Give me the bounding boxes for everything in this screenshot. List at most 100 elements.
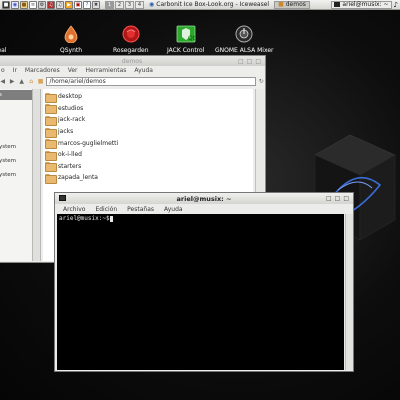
desktop-icon-label: GNOME ALSA Mixer — [215, 47, 274, 54]
terminal-screen[interactable]: ariel@musix:~$ — [57, 214, 344, 370]
places-sidebar: s ystem ystem ystem — [0, 89, 33, 261]
terminal-menubar: Archivo Edición Pestañas Ayuda — [55, 204, 353, 214]
menu-item-help[interactable]: Ayuda — [134, 67, 153, 74]
audio-launcher-icon[interactable]: ♫ — [47, 0, 55, 9]
list-item[interactable]: jacks — [43, 126, 253, 138]
desktop-icon-rosegarden[interactable]: Rosegarden — [113, 24, 149, 54]
menu-item-file[interactable]: Archivo — [63, 206, 85, 213]
task-iceweasel[interactable]: ◉ Carbonit Ice Box-Look.org - Iceweasel — [145, 1, 273, 9]
location-text: /home/ariel/demos — [49, 77, 106, 85]
close-icon[interactable]: □ — [255, 58, 261, 65]
maximize-icon[interactable]: □ — [247, 58, 253, 65]
tray-terminal-label: ariel@musix: ~ — [342, 1, 389, 8]
file-name: jacks — [58, 128, 74, 136]
home-icon[interactable]: ⌂ — [27, 77, 34, 85]
calendar-launcher-icon[interactable]: ▣ — [74, 0, 82, 9]
location-bar[interactable]: /home/ariel/demos — [46, 76, 256, 86]
file-name: marcos-guglielmetti — [58, 139, 119, 147]
svg-text:Qt: Qt — [188, 35, 196, 42]
minimize-icon[interactable]: □ — [326, 195, 332, 202]
folder-icon — [45, 162, 57, 173]
globe-icon: ◉ — [149, 1, 155, 8]
files-launcher-icon[interactable]: ■ — [20, 0, 28, 9]
workspace-4-button[interactable]: 4 — [135, 0, 144, 9]
mixer-launcher-icon[interactable]: ♫ — [56, 0, 64, 9]
desktop-icon-qsynth[interactable]: QSynth — [60, 24, 82, 54]
menu-item-bookmarks[interactable]: Marcadores — [25, 67, 60, 74]
list-item[interactable]: ok-i-lled — [43, 149, 253, 161]
sidebar-item[interactable] — [0, 126, 32, 140]
sidebar-item[interactable]: ystem — [0, 140, 32, 154]
menu-item-file[interactable]: o — [1, 67, 5, 74]
list-item[interactable]: zapada_lenta — [43, 172, 253, 184]
sidebar-item[interactable]: ystem — [0, 168, 32, 182]
file-manager-toolbar: ◀ ▶ ▲ ⌂ ■ /home/ariel/demos ↻ — [0, 75, 265, 87]
desktop-icon-label: JACK Control — [167, 47, 205, 54]
forward-icon[interactable]: ▶ — [8, 77, 15, 85]
up-icon[interactable]: ▲ — [18, 77, 25, 85]
trash-launcher-icon[interactable]: ✖ — [92, 0, 100, 9]
task-label: demos — [285, 1, 306, 8]
editor-launcher-icon[interactable]: ≡ — [29, 0, 37, 9]
media-launcher-icon[interactable]: ▶ — [65, 0, 73, 9]
desktop-icon-eal[interactable]: eal — [0, 24, 12, 54]
list-item[interactable]: marcos-guglielmetti — [43, 137, 253, 150]
tray: ariel@musix: ~ ♪ — [331, 0, 400, 9]
file-name: jack-rack — [58, 116, 86, 124]
list-item[interactable]: desktop — [43, 91, 253, 103]
app-icon — [0, 24, 12, 44]
terminal-launcher-icon[interactable]: ■ — [2, 0, 10, 9]
qsynth-icon — [61, 24, 81, 44]
menu-item-tools[interactable]: Herramientas — [86, 67, 127, 74]
desktop-icon-mixer[interactable]: GNOME ALSA Mixer — [215, 24, 273, 54]
file-name: desktop — [58, 93, 82, 101]
jack-icon: Qt — [176, 24, 196, 44]
terminal-titlebar[interactable]: ariel@musix: ~ □ □ □ — [55, 193, 353, 204]
menu-item-go[interactable]: Ir — [13, 67, 17, 74]
close-icon[interactable]: □ — [343, 195, 349, 202]
tray-terminal-task[interactable]: ariel@musix: ~ — [331, 0, 392, 9]
menu-item-edit[interactable]: Edición — [95, 206, 117, 213]
list-item[interactable]: estudios — [43, 103, 253, 115]
folder-icon — [45, 139, 57, 150]
top-panel: ■ ◉ ■ ≡ ⚙ ♫ ♫ ▶ ▣ ? ✖ 1 2 3 4 ◉ Carbonit… — [0, 0, 400, 10]
folder-icon — [45, 127, 57, 138]
volume-icon[interactable]: ♪ — [394, 1, 398, 9]
list-item[interactable]: jack-rack — [43, 114, 253, 126]
terminal-icon — [334, 2, 341, 7]
minimize-icon[interactable]: □ — [238, 58, 244, 65]
folder-icon[interactable]: ■ — [37, 77, 44, 85]
back-icon[interactable]: ◀ — [0, 77, 6, 85]
terminal-icon — [59, 195, 66, 201]
folder-icon — [45, 173, 57, 184]
sidebar-item[interactable]: ystem — [0, 154, 32, 168]
maximize-icon[interactable]: □ — [335, 195, 341, 202]
text-cursor — [109, 215, 113, 222]
sidebar-item-selected[interactable]: s — [0, 90, 32, 100]
terminal-scrollbar[interactable] — [345, 214, 353, 370]
folder-icon — [45, 115, 57, 126]
list-item[interactable]: starters — [43, 161, 253, 173]
menu-item-view[interactable]: Ver — [68, 67, 78, 74]
desktop-icon-label: eal — [0, 47, 7, 54]
folder-icon — [45, 104, 57, 115]
menu-item-help[interactable]: Ayuda — [164, 206, 183, 213]
task-label: Carbonit Ice Box-Look.org - Iceweasel — [156, 1, 270, 8]
task-demos[interactable]: ■ demos — [274, 0, 310, 9]
help-launcher-icon[interactable]: ? — [83, 0, 91, 9]
file-name: estudios — [58, 104, 84, 112]
workspace-2-button[interactable]: 2 — [115, 0, 124, 9]
desktop-icon-jack[interactable]: Qt JACK Control — [167, 24, 204, 54]
menu-item-tabs[interactable]: Pestañas — [127, 206, 154, 213]
workspace-1-button[interactable]: 1 — [105, 0, 114, 9]
window-title: ariel@musix: ~ — [176, 194, 232, 203]
reload-icon[interactable]: ↻ — [258, 77, 265, 85]
file-manager-menubar: o Ir Marcadores Ver Herramientas Ayuda — [0, 66, 265, 75]
mixer-icon — [234, 24, 254, 44]
file-manager-titlebar[interactable]: demos □ □ □ — [0, 56, 265, 66]
sidebar-scrollbar[interactable] — [33, 89, 41, 261]
settings-launcher-icon[interactable]: ⚙ — [38, 0, 46, 9]
rosegarden-icon — [121, 24, 141, 44]
browser-launcher-icon[interactable]: ◉ — [11, 0, 19, 9]
workspace-3-button[interactable]: 3 — [125, 0, 134, 9]
